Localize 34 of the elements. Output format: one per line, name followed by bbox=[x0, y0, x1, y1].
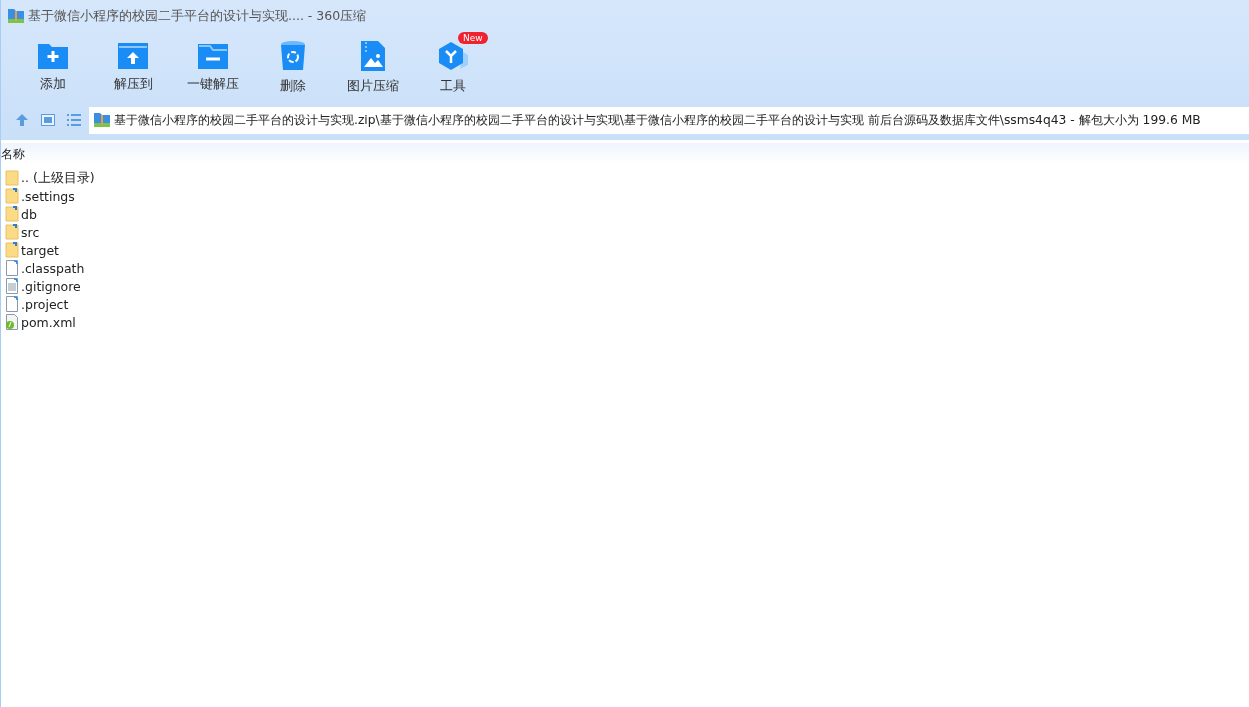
file-name[interactable]: pom.xml bbox=[21, 314, 76, 330]
toolbar-button[interactable]: 一键解压 bbox=[173, 32, 253, 100]
archive-icon bbox=[8, 9, 24, 23]
file-name[interactable]: target bbox=[21, 242, 59, 258]
toolbar-button[interactable]: 删除 bbox=[253, 32, 333, 100]
archive-icon bbox=[94, 113, 110, 127]
folder-icon bbox=[5, 170, 19, 186]
folder-shortcut-icon bbox=[5, 242, 19, 258]
folder-shortcut-icon bbox=[5, 224, 19, 240]
folder-shortcut-icon bbox=[5, 206, 19, 222]
window-title: 基于微信小程序的校园二手平台的设计与实现.... - 360压缩 bbox=[28, 7, 367, 25]
xml-file-icon bbox=[5, 314, 19, 330]
folder-upload-icon bbox=[117, 40, 149, 70]
file-name[interactable]: .settings bbox=[21, 188, 75, 204]
hexagon-y-icon bbox=[437, 40, 469, 72]
file-icon bbox=[5, 260, 19, 276]
toolbar-button[interactable]: 图片压缩 bbox=[333, 32, 413, 100]
address-field[interactable]: 基于微信小程序的校园二手平台的设计与实现.zip\基于微信小程序的校园二手平台的设计与实现\基于微信小程序的校园二手平台的设计与实现 前后台源码及数据库文件\ssms4q43 - 解包大小为 199.6 MB bbox=[89, 106, 1249, 134]
file-name[interactable]: .gitignore bbox=[21, 278, 81, 294]
folder-shortcut-icon bbox=[5, 188, 19, 204]
file-name[interactable]: .classpath bbox=[21, 260, 85, 276]
new-badge: New bbox=[458, 32, 488, 44]
file-name[interactable]: src bbox=[21, 224, 40, 240]
toolbar-button[interactable]: 添加 bbox=[13, 32, 93, 100]
image-file-icon bbox=[360, 40, 386, 72]
text-file-icon bbox=[5, 278, 19, 294]
toolbar-button[interactable]: New 工具 bbox=[413, 32, 493, 100]
column-header[interactable]: 名称 bbox=[1, 146, 25, 163]
file-icon bbox=[5, 296, 19, 312]
file-name[interactable]: db bbox=[21, 206, 37, 222]
toolbar-button[interactable]: 解压到 bbox=[93, 32, 173, 100]
file-name[interactable]: .. (上级目录) bbox=[21, 169, 95, 187]
recycle-bin-icon bbox=[280, 40, 306, 72]
file-name[interactable]: .project bbox=[21, 296, 69, 312]
